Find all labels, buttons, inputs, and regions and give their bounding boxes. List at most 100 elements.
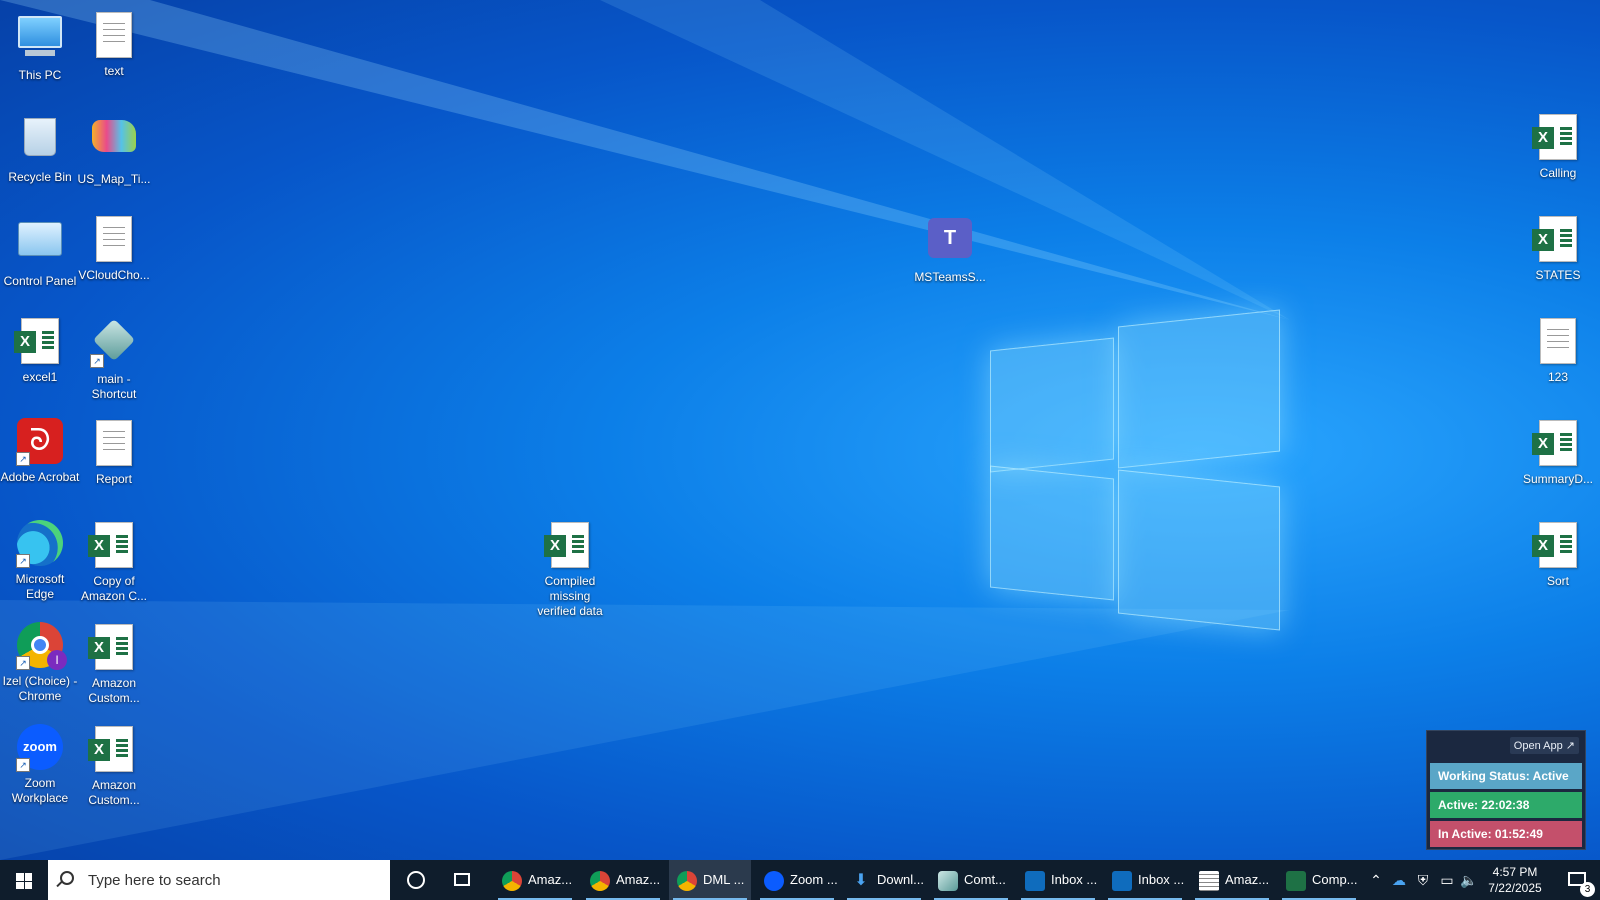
desktop-icon-summary[interactable]: X SummaryD...	[1518, 418, 1598, 487]
desktop-icon-sort[interactable]: X Sort	[1518, 520, 1598, 589]
desktop-icon-vcloud[interactable]: VCloudCho...	[74, 214, 154, 283]
icon-label: VCloudCho...	[78, 268, 150, 282]
icon-label: 123	[1547, 370, 1569, 384]
security-tray-button[interactable]: ⛨	[1412, 860, 1434, 900]
taskbar: Type here to search Amaz... Amaz... DML …	[0, 860, 1600, 900]
desktop-icon-control-panel[interactable]: Control Panel	[0, 214, 80, 289]
taskbar-app-6[interactable]: Inbox ...	[1017, 860, 1099, 900]
desktop-icon-main-shortcut[interactable]: ↗ main - Shortcut	[74, 316, 154, 402]
shortcut-arrow-icon: ↗	[16, 656, 30, 670]
volume-tray-button[interactable]: 🔈	[1458, 860, 1480, 900]
taskbar-app-8[interactable]: Amaz...	[1191, 860, 1273, 900]
cortana-button[interactable]	[394, 860, 438, 900]
app-label: Comp...	[1312, 872, 1358, 887]
icon-label: Amazon Custom...	[88, 778, 140, 807]
image-file-icon	[90, 120, 138, 168]
taskbar-search-box[interactable]: Type here to search	[48, 860, 390, 900]
excel-icon	[1286, 870, 1306, 891]
app-label: Amaz...	[616, 872, 661, 887]
icon-label: Izel (Choice) - Chrome	[2, 674, 78, 703]
desktop-icon-recycle-bin[interactable]: Recycle Bin	[0, 112, 80, 185]
icon-label: Compiled missing verified data	[537, 574, 603, 618]
app-label: Amaz...	[528, 872, 573, 887]
excel-icon: X	[544, 522, 594, 570]
desktop-icon-us-map[interactable]: US_Map_Ti...	[74, 112, 154, 187]
working-status: Working Status: Active	[1430, 763, 1582, 789]
edge-icon: ↗	[16, 520, 64, 568]
chrome-icon: I ↗	[16, 622, 67, 670]
task-view-button[interactable]	[440, 860, 484, 900]
app-label: DML ...	[703, 872, 745, 887]
desktop-icon-msteams[interactable]: T MSTeamsS...	[910, 214, 990, 285]
windows-icon	[16, 873, 32, 889]
shortcut-arrow-icon: ↗	[90, 354, 104, 368]
taskbar-clock[interactable]: 4:57 PM 7/22/2025	[1480, 864, 1550, 896]
excel-icon: X	[88, 726, 138, 774]
open-app-button[interactable]: Open App ↗	[1509, 737, 1579, 754]
chrome-icon	[677, 870, 697, 891]
desktop-icon-izel-chrome[interactable]: I ↗ Izel (Choice) - Chrome	[0, 622, 80, 704]
icon-label: Copy of Amazon C...	[80, 574, 148, 603]
taskbar-app-7[interactable]: Inbox ...	[1104, 860, 1186, 900]
clock-date: 7/22/2025	[1488, 881, 1542, 895]
active-time: Active: 22:02:38	[1430, 792, 1582, 818]
icon-label: Microsoft Edge	[15, 572, 65, 601]
desktop-icon-states[interactable]: X STATES	[1518, 214, 1598, 283]
show-hidden-icons-button[interactable]: ⌃	[1366, 860, 1386, 900]
computer-icon	[16, 16, 64, 64]
search-placeholder: Type here to search	[88, 872, 221, 889]
excel-icon: X	[1532, 522, 1582, 570]
onedrive-tray-button[interactable]: ☁	[1388, 860, 1410, 900]
desktop-icon-compiled-missing[interactable]: X Compiled missing verified data	[530, 520, 610, 619]
desktop-icon-report[interactable]: Report	[74, 418, 154, 487]
network-tray-button[interactable]: ▭	[1436, 860, 1458, 900]
start-button[interactable]	[0, 860, 48, 900]
icon-label: Adobe Acrobat	[0, 470, 80, 484]
desktop-icon-text[interactable]: text	[74, 10, 154, 79]
icon-label: Amazon Custom...	[88, 676, 140, 705]
icon-label: This PC	[18, 68, 62, 82]
network-icon: ▭	[1440, 872, 1454, 888]
inactive-time: In Active: 01:52:49	[1430, 821, 1582, 847]
app-3d-icon: ↗	[90, 318, 138, 368]
taskbar-app-0[interactable]: Amaz...	[494, 860, 576, 900]
desktop-icon-this-pc[interactable]: This PC	[0, 10, 80, 83]
icon-label: Calling	[1539, 166, 1577, 180]
icon-label: Sort	[1546, 574, 1569, 588]
desktop-icon-excel1[interactable]: X excel1	[0, 316, 80, 385]
action-center-button[interactable]: 3	[1556, 860, 1600, 900]
desktop-icon-amazon-custom-1[interactable]: X Amazon Custom...	[74, 622, 154, 706]
teams-icon: T	[926, 218, 974, 266]
icon-label: STATES	[1535, 268, 1581, 282]
desktop-icon-adobe-acrobat[interactable]: ᘐ ↗ Adobe Acrobat	[0, 418, 80, 485]
taskbar-app-5[interactable]: Comt...	[930, 860, 1012, 900]
excel-icon: X	[88, 522, 138, 570]
desktop-icon-calling[interactable]: X Calling	[1518, 112, 1598, 181]
recycle-bin-icon	[16, 118, 64, 166]
desktop-icon-123[interactable]: 123	[1518, 316, 1598, 385]
icon-label: Recycle Bin	[8, 170, 72, 184]
taskbar-app-4[interactable]: ⬇ Downl...	[843, 860, 925, 900]
desktop-icon-amazon-custom-2[interactable]: X Amazon Custom...	[74, 724, 154, 808]
text-file-icon	[90, 12, 138, 60]
speaker-icon: 🔈	[1460, 872, 1478, 888]
excel-icon: X	[88, 624, 138, 672]
chevron-up-icon: ⌃	[1370, 872, 1382, 888]
chrome-icon	[502, 870, 522, 891]
app-icon	[938, 870, 958, 891]
chrome-icon	[590, 870, 610, 891]
taskbar-app-2[interactable]: DML ...	[669, 860, 751, 900]
download-icon: ⬇	[854, 871, 868, 889]
icon-label: Report	[95, 472, 133, 486]
taskbar-app-9[interactable]: Comp...	[1278, 860, 1360, 900]
icon-label: Zoom Workplace	[11, 776, 69, 805]
outlook-icon	[1112, 870, 1132, 891]
text-file-icon	[90, 216, 138, 264]
taskbar-app-1[interactable]: Amaz...	[582, 860, 664, 900]
desktop-icon-zoom-workplace[interactable]: zoom ↗ Zoom Workplace	[0, 724, 80, 806]
desktop-icon-microsoft-edge[interactable]: ↗ Microsoft Edge	[0, 520, 80, 602]
desktop-icon-copy-of-amazon[interactable]: X Copy of Amazon C...	[74, 520, 154, 604]
control-panel-icon	[16, 222, 64, 270]
windows-logo-wallpaper	[990, 309, 1290, 631]
taskbar-app-3[interactable]: Zoom ...	[756, 860, 838, 900]
